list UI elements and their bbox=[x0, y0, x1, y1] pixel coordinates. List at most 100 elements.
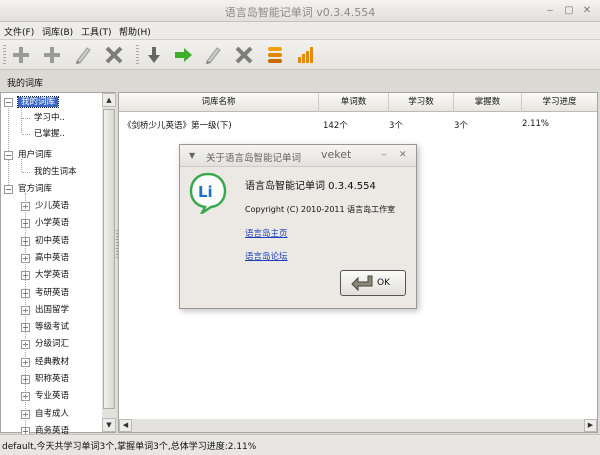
dialog-title: 关于语言岛智能记单词 bbox=[206, 153, 302, 164]
table-hscrollbar[interactable]: ◀ ▶ bbox=[119, 419, 597, 432]
window-title: 语言岛智能记单词 v0.3.4.554 bbox=[224, 6, 376, 19]
tree-scrollbar[interactable]: ▲ ▼ bbox=[102, 93, 116, 432]
tree-item-official[interactable]: + 高中英语 bbox=[21, 251, 69, 266]
menu-file[interactable]: 文件(F) bbox=[4, 25, 34, 38]
tree-item-label: 等级考试 bbox=[35, 322, 70, 333]
status-text: default,今天共学习单词3个,掌握单词3个,总体学习进度:2.11% bbox=[2, 442, 257, 452]
tree-item-label: 初中英语 bbox=[35, 235, 70, 246]
tree-item-label: 出国留学 bbox=[35, 304, 70, 315]
cell-words: 142个 bbox=[323, 121, 348, 131]
tree-item-official-library[interactable]: − 官方词库 bbox=[4, 182, 52, 197]
chart-icon[interactable] bbox=[295, 44, 317, 66]
link-forum[interactable]: 语言岛论坛 bbox=[245, 250, 288, 262]
edit-icon[interactable] bbox=[72, 44, 94, 66]
tree-item-mastered[interactable]: 已掌握.. bbox=[34, 127, 65, 142]
status-bar: default,今天共学习单词3个,掌握单词3个,总体学习进度:2.11% bbox=[0, 434, 600, 455]
tree-line bbox=[22, 118, 30, 119]
tree-line bbox=[22, 134, 30, 135]
collapse-icon[interactable]: − bbox=[4, 98, 13, 107]
toolbar-grip[interactable] bbox=[3, 45, 6, 65]
cell-mastered: 3个 bbox=[454, 121, 468, 131]
tree-item-label: 大学英语 bbox=[35, 270, 70, 281]
ok-button[interactable]: OK bbox=[340, 270, 406, 296]
library-tree[interactable]: − 我的词库 学习中.. 已掌握.. − 用户词库 我的生词本 − 官方词库 +… bbox=[0, 92, 116, 436]
tree-item-official[interactable]: + 分级词汇 bbox=[21, 337, 69, 352]
add-icon[interactable] bbox=[10, 44, 32, 66]
column-name[interactable]: 词库名称 bbox=[119, 93, 319, 112]
dialog-title-overlay: veket bbox=[321, 148, 352, 161]
tree-item-official[interactable]: + 大学英语 bbox=[21, 268, 69, 283]
tree-item-learning[interactable]: 学习中.. bbox=[34, 111, 65, 126]
column-mastered[interactable]: 掌握数 bbox=[454, 93, 522, 112]
maximize-icon[interactable]: ▢ bbox=[562, 4, 576, 18]
tree-item-official[interactable]: + 出国留学 bbox=[21, 303, 69, 318]
collapse-icon[interactable]: − bbox=[4, 185, 13, 194]
column-learned[interactable]: 学习数 bbox=[389, 93, 454, 112]
tree-item-official[interactable]: + 专业英语 bbox=[21, 389, 69, 404]
delete-icon[interactable] bbox=[233, 44, 255, 66]
minimize-icon[interactable]: ‒ bbox=[381, 150, 387, 160]
dialog-menu-icon[interactable]: ▼ bbox=[189, 151, 195, 160]
dialog-copyright: Copyright (C) 2010-2011 语言岛工作室 bbox=[245, 205, 396, 214]
tree-item-my-library[interactable]: − 我的词库 bbox=[4, 95, 60, 110]
delete-icon[interactable] bbox=[103, 44, 125, 66]
app-logo: Li bbox=[189, 172, 227, 214]
table-header: 词库名称 单词数 学习数 掌握数 学习进度 bbox=[119, 93, 597, 112]
tree-item-label: 考研英语 bbox=[35, 287, 70, 298]
tree-item-label: 专业英语 bbox=[35, 391, 70, 402]
tree-line bbox=[22, 172, 30, 173]
cell-name: 《剑桥少儿英语》第一级(下) bbox=[123, 121, 232, 131]
tree-item-label: 经典教材 bbox=[35, 356, 70, 367]
column-words[interactable]: 单词数 bbox=[319, 93, 389, 112]
scroll-right-icon[interactable]: ▶ bbox=[584, 419, 597, 432]
toolbar bbox=[0, 40, 600, 70]
stack-icon[interactable] bbox=[264, 44, 286, 66]
enter-icon bbox=[351, 275, 373, 292]
tree-item-official[interactable]: + 经典教材 bbox=[21, 355, 69, 370]
tree-line bbox=[25, 193, 26, 433]
dialog-title-bar: ▼ 关于语言岛智能记单词 veket ‒ ✕ bbox=[180, 145, 416, 167]
tree-item-vocab-book[interactable]: 我的生词本 bbox=[34, 165, 77, 180]
svg-text:Li: Li bbox=[198, 183, 213, 201]
tree-item-official[interactable]: + 自考成人 bbox=[21, 407, 69, 422]
tree-item-label: 自考成人 bbox=[35, 408, 70, 419]
edit-icon[interactable] bbox=[202, 44, 224, 66]
toolbar-grip[interactable] bbox=[136, 45, 139, 65]
menu-bar: 文件(F) 词库(B) 工具(T) 帮助(H) bbox=[0, 22, 600, 40]
tree-item-official[interactable]: + 初中英语 bbox=[21, 234, 69, 249]
column-progress[interactable]: 学习进度 bbox=[522, 93, 597, 112]
tree-item-official[interactable]: + 等级考试 bbox=[21, 320, 69, 335]
tree-line bbox=[21, 159, 22, 172]
scroll-left-icon[interactable]: ◀ bbox=[119, 419, 132, 432]
down-arrow-icon[interactable] bbox=[143, 44, 165, 66]
minimize-icon[interactable]: ‒ bbox=[543, 4, 557, 18]
tree-item-label: 高中英语 bbox=[35, 252, 70, 263]
menu-library[interactable]: 词库(B) bbox=[42, 25, 73, 38]
collapse-icon[interactable]: − bbox=[4, 151, 13, 160]
about-dialog: ▼ 关于语言岛智能记单词 veket ‒ ✕ Li 语言岛智能记单词 0.3.4… bbox=[179, 144, 417, 309]
scroll-up-icon[interactable]: ▲ bbox=[102, 93, 116, 107]
section-label: 我的词库 bbox=[7, 79, 44, 89]
tree-item-official[interactable]: + 考研英语 bbox=[21, 286, 69, 301]
title-bar: 语言岛智能记单词 v0.3.4.554 ‒ ▢ ✕ bbox=[0, 0, 600, 22]
tree-item-official[interactable]: + 少儿英语 bbox=[21, 199, 69, 214]
menu-help[interactable]: 帮助(H) bbox=[119, 25, 151, 38]
menu-tools[interactable]: 工具(T) bbox=[81, 25, 112, 38]
tree-item-official[interactable]: + 职称英语 bbox=[21, 372, 69, 387]
scroll-thumb[interactable] bbox=[103, 109, 115, 409]
tree-item-label: 少儿英语 bbox=[35, 201, 70, 211]
tree-item-official[interactable]: + 小学英语 bbox=[21, 216, 69, 231]
dialog-app-name: 语言岛智能记单词 0.3.4.554 bbox=[245, 181, 376, 192]
add-icon[interactable] bbox=[41, 44, 63, 66]
close-icon[interactable]: ✕ bbox=[580, 4, 594, 18]
cell-progress: 2.11% bbox=[522, 119, 550, 129]
scroll-down-icon[interactable]: ▼ bbox=[102, 418, 116, 432]
tree-item-label: 职称英语 bbox=[35, 374, 70, 384]
right-arrow-icon[interactable] bbox=[172, 44, 194, 66]
cell-learned: 3个 bbox=[389, 121, 403, 131]
link-homepage[interactable]: 语言岛主页 bbox=[245, 227, 288, 239]
tree-item-label: 分级词汇 bbox=[35, 339, 70, 350]
tree-item-user-library[interactable]: − 用户词库 bbox=[4, 148, 52, 163]
tree-item-label: 小学英语 bbox=[35, 218, 70, 229]
close-icon[interactable]: ✕ bbox=[399, 150, 407, 160]
